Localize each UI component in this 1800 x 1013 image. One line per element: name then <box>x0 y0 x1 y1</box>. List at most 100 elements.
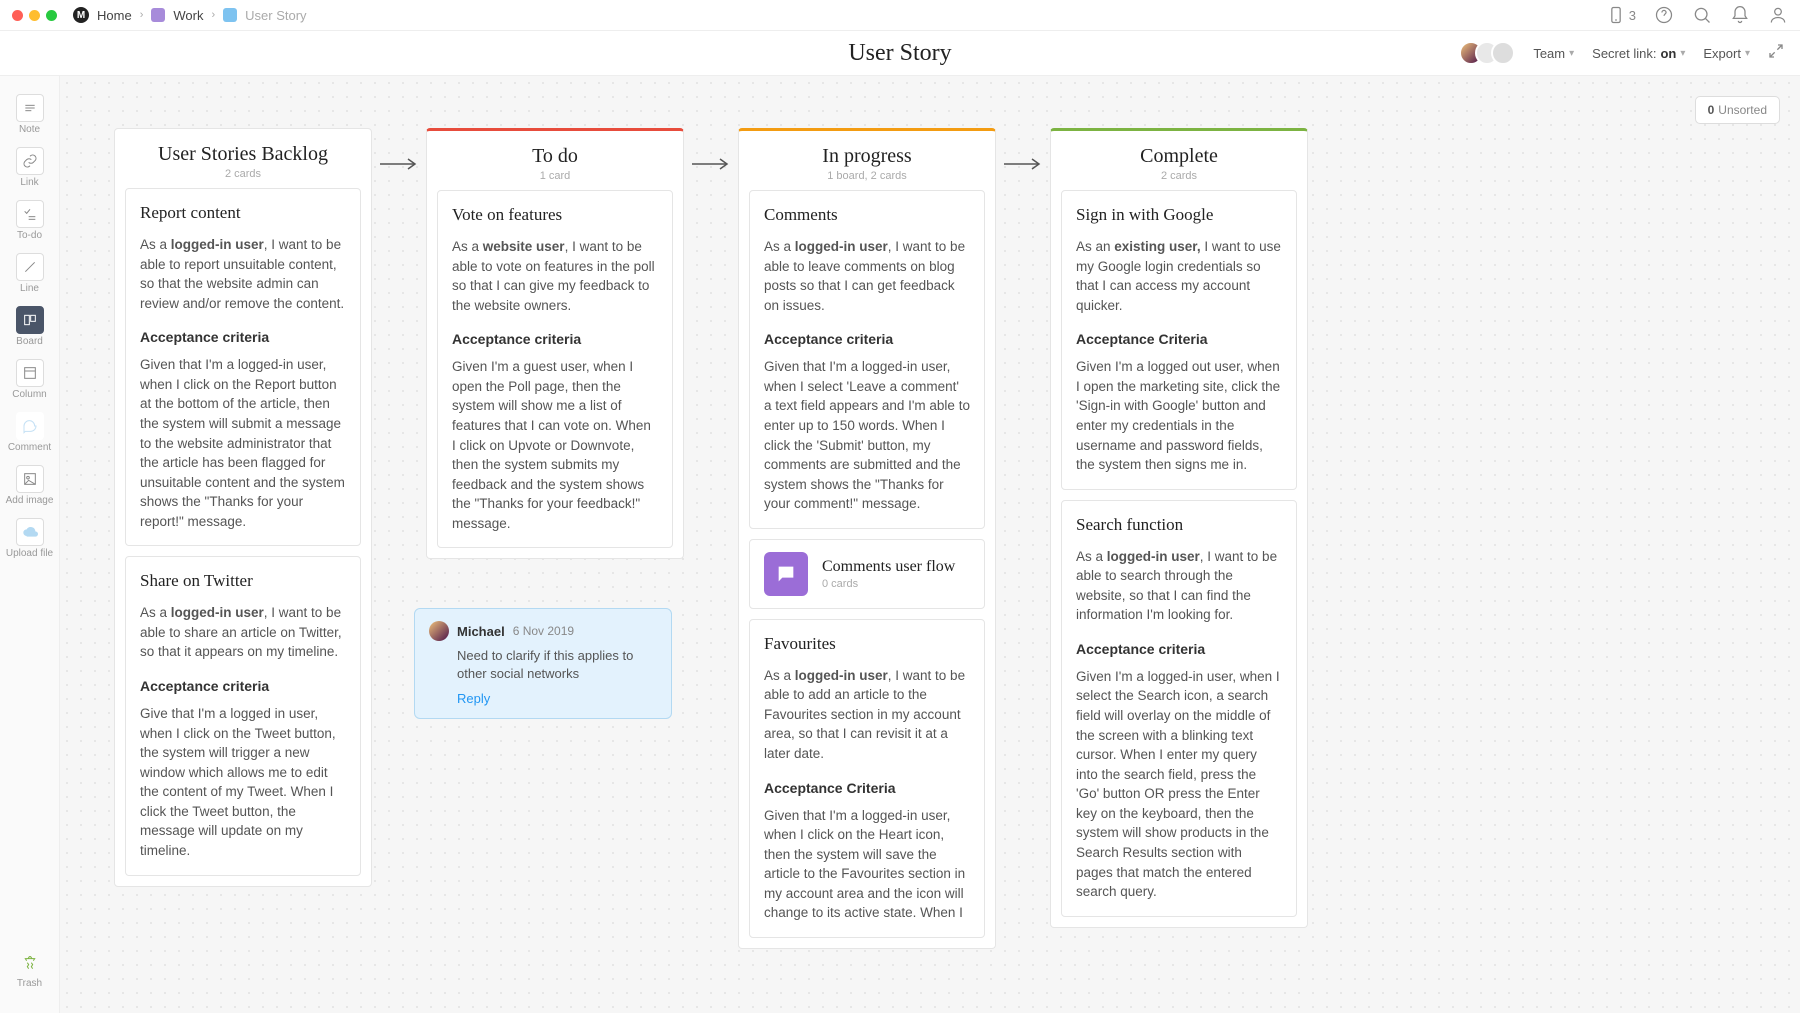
tool-note[interactable]: Note <box>6 90 54 139</box>
help-icon[interactable] <box>1654 5 1674 25</box>
team-dropdown[interactable]: Team▾ <box>1533 46 1574 61</box>
column-icon <box>16 359 44 387</box>
chevron-down-icon: ▾ <box>1680 48 1685 59</box>
page-title: User Story <box>848 40 951 67</box>
board-body: CommentsAs a logged-in user, I want to b… <box>739 190 995 948</box>
board-title[interactable]: In progress <box>749 145 985 168</box>
breadcrumb-work[interactable]: Work <box>173 8 203 23</box>
phone-icon <box>1606 5 1626 25</box>
user-icon[interactable] <box>1768 5 1788 25</box>
tool-trash[interactable]: Trash <box>6 944 54 993</box>
board-subtitle: 1 card <box>437 170 673 182</box>
tool-link[interactable]: Link <box>6 143 54 192</box>
unsorted-badge[interactable]: 0Unsorted <box>1695 96 1780 124</box>
story-card[interactable]: Sign in with GoogleAs an existing user, … <box>1061 190 1297 490</box>
tool-upload-file[interactable]: Upload file <box>6 514 54 563</box>
device-indicator[interactable]: 3 <box>1606 5 1636 25</box>
topbar: M Home › Work › User Story 3 <box>0 0 1800 31</box>
comment-date: 6 Nov 2019 <box>513 624 574 638</box>
arrow-icon <box>1004 157 1044 159</box>
breadcrumb-page[interactable]: User Story <box>245 8 306 23</box>
card-title: Comments user flow <box>822 558 955 576</box>
acceptance-body: Given that I'm a logged-in user, when I … <box>140 355 346 531</box>
tool-label: Link <box>20 177 38 188</box>
story-card[interactable]: Report contentAs a logged-in user, I wan… <box>125 188 361 546</box>
maximize-icon[interactable] <box>46 10 57 21</box>
card-title: Search function <box>1076 515 1282 535</box>
board-wrap: Complete 2 cards Sign in with GoogleAs an … <box>1050 128 1308 928</box>
tool-comment[interactable]: Comment <box>6 408 54 457</box>
team-label: Team <box>1533 46 1565 61</box>
bell-icon[interactable] <box>1730 5 1750 25</box>
board-title[interactable]: Complete <box>1061 145 1297 168</box>
board-title[interactable]: User Stories Backlog <box>125 143 361 166</box>
search-icon[interactable] <box>1692 5 1712 25</box>
chevron-down-icon: ▾ <box>1745 48 1750 59</box>
board-subtitle: 2 cards <box>1061 170 1297 182</box>
close-icon[interactable] <box>12 10 23 21</box>
card-body: As a logged-in user, I want to be able t… <box>764 666 970 764</box>
tool-sidebar: Note Link To-do Line Board Column Commen… <box>0 76 60 1013</box>
acceptance-title: Acceptance Criteria <box>1076 331 1282 347</box>
acceptance-title: Acceptance criteria <box>764 331 970 347</box>
reply-button[interactable]: Reply <box>457 691 657 706</box>
tool-label: Column <box>12 389 46 400</box>
tool-line[interactable]: Line <box>6 249 54 298</box>
tool-label: To-do <box>17 230 42 241</box>
page-header: User Story Team▾ Secret link: on▾ Export… <box>0 31 1800 76</box>
flow-card[interactable]: Comments user flow 0 cards <box>749 539 985 609</box>
board[interactable]: Complete 2 cards Sign in with GoogleAs an … <box>1050 128 1308 928</box>
tool-label: Comment <box>8 442 51 453</box>
story-card[interactable]: Favourites As a logged-in user, I want to… <box>749 619 985 938</box>
header-actions: Team▾ Secret link: on▾ Export▾ <box>1459 41 1784 65</box>
board-wrap: In progress1 board, 2 cardsCommentsAs a … <box>738 128 996 949</box>
board-body: Report contentAs a logged-in user, I wan… <box>115 188 371 886</box>
card-body: As a website user, I want to be able to … <box>452 237 658 315</box>
boards-row: User Stories Backlog 2 cards Report conten… <box>60 76 1800 1001</box>
acceptance-title: Acceptance criteria <box>452 331 658 347</box>
avatar[interactable] <box>1491 41 1515 65</box>
acceptance-body: Given I'm a guest user, when I open the … <box>452 357 658 533</box>
todo-icon <box>16 200 44 228</box>
card-title: Report content <box>140 203 346 223</box>
acceptance-body: Given that I'm a logged-in user, when I … <box>764 806 970 923</box>
window-controls <box>12 10 57 21</box>
tool-column[interactable]: Column <box>6 355 54 404</box>
board-title[interactable]: To do <box>437 145 673 168</box>
board[interactable]: User Stories Backlog 2 cards Report conten… <box>114 128 372 887</box>
topbar-right: 3 <box>1606 5 1788 25</box>
story-card[interactable]: CommentsAs a logged-in user, I want to b… <box>749 190 985 529</box>
chevron-right-icon: › <box>140 9 144 21</box>
acceptance-title: Acceptance criteria <box>1076 641 1282 657</box>
acceptance-body: Given I'm a logged out user, when I open… <box>1076 357 1282 474</box>
board-body: Vote on featuresAs a website user, I wan… <box>427 190 683 558</box>
collaborator-avatars[interactable] <box>1459 41 1515 65</box>
comment-icon <box>16 412 44 440</box>
folder-icon <box>151 8 165 22</box>
breadcrumb-home[interactable]: Home <box>97 8 132 23</box>
board[interactable]: To do 1 card Vote on featuresAs a website … <box>426 128 684 559</box>
board[interactable]: In progress1 board, 2 cardsCommentsAs a … <box>738 128 996 949</box>
tool-add-image[interactable]: Add image <box>6 461 54 510</box>
card-title: Favourites <box>764 634 970 654</box>
chevron-right-icon: › <box>211 9 215 21</box>
canvas[interactable]: 0Unsorted User Stories Backlog 2 cards Rep… <box>60 76 1800 1013</box>
story-card[interactable]: Vote on featuresAs a website user, I wan… <box>437 190 673 548</box>
story-card[interactable]: Search functionAs a logged-in user, I wa… <box>1061 500 1297 917</box>
line-icon <box>16 253 44 281</box>
page-icon <box>223 8 237 22</box>
story-card[interactable]: Share on TwitterAs a logged-in user, I w… <box>125 556 361 875</box>
expand-icon[interactable] <box>1768 43 1784 64</box>
board-wrap: To do 1 card Vote on featuresAs a website … <box>426 128 684 559</box>
tool-board[interactable]: Board <box>6 302 54 351</box>
board-subtitle: 2 cards <box>125 168 361 180</box>
board-header: User Stories Backlog 2 cards <box>115 129 371 188</box>
comment-bubble[interactable]: Michael6 Nov 2019Need to clarify if this… <box>414 608 672 719</box>
export-dropdown[interactable]: Export▾ <box>1703 46 1750 61</box>
card-subtitle: 0 cards <box>822 578 955 590</box>
app-logo-icon[interactable]: M <box>73 7 89 23</box>
image-icon <box>16 465 44 493</box>
secret-link-dropdown[interactable]: Secret link: on▾ <box>1592 46 1685 61</box>
minimize-icon[interactable] <box>29 10 40 21</box>
tool-todo[interactable]: To-do <box>6 196 54 245</box>
